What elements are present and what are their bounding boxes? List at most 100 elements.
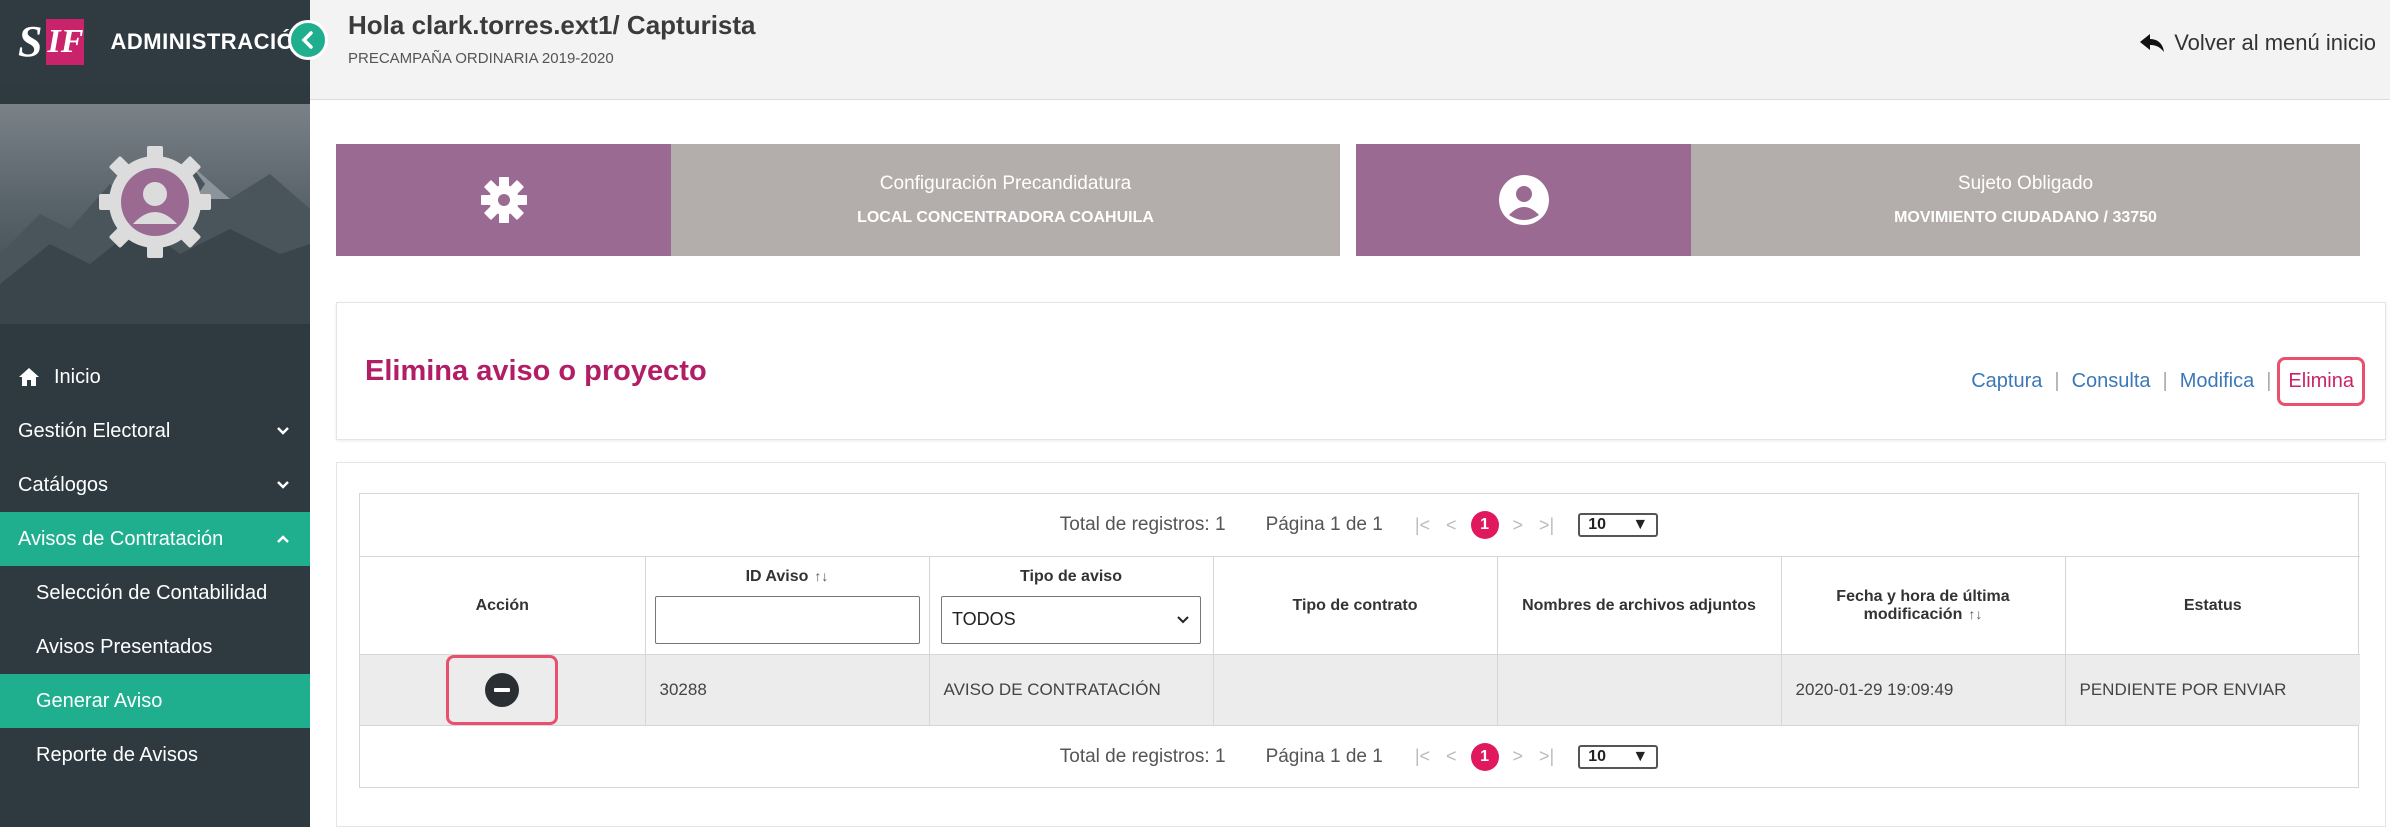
subject-card-value: MOVIMIENTO CIUDADANO / 33750 bbox=[1894, 209, 2157, 226]
page-size-value: 10 bbox=[1588, 516, 1607, 533]
user-gear-avatar-icon bbox=[99, 146, 211, 258]
config-card-title: Configuración Precandidatura bbox=[879, 173, 1132, 194]
total-records-label: Total de registros: 1 bbox=[1059, 514, 1226, 535]
operation-tabs: Captura | Consulta | Modifica | Elimina bbox=[1971, 357, 2365, 406]
sidebar-item-avisos-contratacion[interactable]: Avisos de Contratación bbox=[0, 512, 310, 566]
sort-icon[interactable]: ↑↓ bbox=[814, 568, 828, 584]
page-info-label: Página 1 de 1 bbox=[1265, 745, 1383, 767]
back-link-label: Volver al menú inicio bbox=[2174, 30, 2376, 55]
collapse-sidebar-button[interactable] bbox=[288, 20, 328, 60]
next-page-icon[interactable]: > bbox=[1513, 746, 1524, 767]
cell-id-aviso: 30288 bbox=[645, 654, 930, 725]
subject-card: Sujeto Obligado MOVIMIENTO CIUDADANO / 3… bbox=[1356, 144, 2360, 256]
chevron-up-icon bbox=[276, 531, 290, 547]
next-page-icon[interactable]: > bbox=[1513, 515, 1524, 536]
column-header-label: ID Aviso bbox=[745, 567, 809, 585]
logo-s: S bbox=[18, 17, 43, 66]
page-size-value: 10 bbox=[1588, 747, 1607, 765]
sidebar-item-label: Gestión Electoral bbox=[18, 419, 171, 442]
logo-if: IF bbox=[46, 19, 85, 65]
sidebar-banner bbox=[0, 104, 310, 324]
chevron-down-icon bbox=[1177, 615, 1189, 623]
page-size-select[interactable]: 10 ▼ bbox=[1578, 513, 1659, 537]
page-title: Elimina aviso o proyecto bbox=[365, 355, 707, 387]
tab-elimina[interactable]: Elimina bbox=[2277, 357, 2365, 406]
sidebar-item-catalogos[interactable]: Catálogos bbox=[0, 458, 310, 512]
results-panel: Total de registros: 1 Página 1 de 1 |< <… bbox=[336, 462, 2386, 827]
sidebar-item-inicio[interactable]: Inicio bbox=[0, 350, 310, 404]
home-icon bbox=[18, 367, 40, 387]
pager-top: Total de registros: 1 Página 1 de 1 |< <… bbox=[360, 494, 2358, 556]
column-header-archivos: Nombres de archivos adjuntos bbox=[1497, 556, 1782, 655]
sidebar-subitem-label: Selección de Contabilidad bbox=[36, 581, 268, 604]
config-card-text: Configuración Precandidatura LOCAL CONCE… bbox=[671, 144, 1340, 256]
caret-down-icon: ▼ bbox=[1632, 516, 1649, 533]
config-card: Configuración Precandidatura LOCAL CONCE… bbox=[336, 144, 1340, 256]
last-page-icon[interactable]: >| bbox=[1539, 515, 1554, 536]
tab-separator: | bbox=[2054, 370, 2060, 392]
user-circle-icon bbox=[1498, 175, 1549, 225]
current-page-indicator[interactable]: 1 bbox=[1470, 511, 1499, 539]
tab-consulta[interactable]: Consulta bbox=[2072, 370, 2151, 393]
sidebar-subitem-generar-aviso[interactable]: Generar Aviso bbox=[0, 674, 310, 728]
sidebar: S IF ADMINISTRACIÓN Inicio Gestión Elect… bbox=[0, 0, 328, 827]
sidebar-header: S IF ADMINISTRACIÓN bbox=[0, 0, 328, 84]
sidebar-item-gestion-electoral[interactable]: Gestión Electoral bbox=[0, 404, 310, 458]
first-page-icon[interactable]: |< bbox=[1415, 746, 1430, 767]
column-header-tipo-contrato: Tipo de contrato bbox=[1213, 556, 1498, 655]
cell-fecha: 2020-01-29 19:09:49 bbox=[1781, 654, 2066, 725]
tab-separator: | bbox=[2266, 370, 2272, 392]
column-header-label: Tipo de aviso bbox=[1020, 567, 1122, 585]
sidebar-subitem-reporte-avisos[interactable]: Reporte de Avisos bbox=[0, 728, 310, 782]
tipo-aviso-filter-select[interactable]: TODOS bbox=[941, 595, 1201, 644]
prev-page-icon[interactable]: < bbox=[1446, 515, 1457, 536]
user-greeting: Hola clark.torres.ext1/ Capturista bbox=[348, 10, 756, 40]
top-header: Hola clark.torres.ext1/ Capturista PRECA… bbox=[310, 0, 2390, 100]
tab-modifica[interactable]: Modifica bbox=[2180, 370, 2254, 393]
table-header-row: Acción ID Aviso ↑↓ Tipo de aviso TODOS T… bbox=[360, 556, 2360, 655]
sidebar-item-label: Avisos de Contratación bbox=[18, 527, 224, 550]
gear-icon bbox=[480, 177, 527, 223]
column-header-tipo-aviso: Tipo de aviso TODOS bbox=[929, 556, 1214, 655]
sidebar-subitem-seleccion-contabilidad[interactable]: Selección de Contabilidad bbox=[0, 566, 310, 620]
avisos-table: Acción ID Aviso ↑↓ Tipo de aviso TODOS T… bbox=[360, 556, 2360, 725]
subject-card-title: Sujeto Obligado bbox=[1957, 173, 2094, 194]
sidebar-item-label: Inicio bbox=[54, 365, 101, 388]
sidebar-nav: Inicio Gestión Electoral Catálogos Aviso… bbox=[0, 350, 310, 782]
config-card-value: LOCAL CONCENTRADORA COAHUILA bbox=[857, 209, 1154, 226]
delete-action-highlight bbox=[446, 655, 559, 725]
column-header-fecha: Fecha y hora de última modificación ↑↓ bbox=[1781, 556, 2066, 655]
sidebar-subitem-avisos-presentados[interactable]: Avisos Presentados bbox=[0, 620, 310, 674]
admin-title: ADMINISTRACIÓN bbox=[110, 29, 311, 54]
page-size-select[interactable]: 10 ▼ bbox=[1578, 744, 1659, 769]
total-records-label: Total de registros: 1 bbox=[1059, 745, 1226, 767]
first-page-icon[interactable]: |< bbox=[1415, 515, 1430, 536]
sidebar-item-label: Catálogos bbox=[18, 473, 109, 496]
sidebar-subitem-label: Generar Aviso bbox=[36, 689, 163, 712]
sort-icon[interactable]: ↑↓ bbox=[1968, 606, 1982, 622]
caret-down-icon: ▼ bbox=[1632, 747, 1649, 765]
id-aviso-filter-input[interactable] bbox=[654, 595, 920, 644]
tab-captura[interactable]: Captura bbox=[1971, 370, 2042, 393]
sif-logo[interactable]: S IF bbox=[18, 17, 85, 66]
pager-bottom: Total de registros: 1 Página 1 de 1 |< <… bbox=[360, 725, 2358, 787]
last-page-icon[interactable]: >| bbox=[1539, 746, 1554, 767]
results-grid: Total de registros: 1 Página 1 de 1 |< <… bbox=[359, 493, 2360, 788]
column-header-id-aviso: ID Aviso ↑↓ bbox=[645, 556, 930, 655]
chevron-down-icon bbox=[276, 423, 290, 439]
column-header-accion: Acción bbox=[360, 556, 646, 655]
current-page-indicator[interactable]: 1 bbox=[1470, 742, 1499, 771]
column-header-label: Fecha y hora de última modificación bbox=[1836, 587, 2010, 623]
back-to-menu-link[interactable]: Volver al menú inicio bbox=[2138, 30, 2376, 56]
select-value: TODOS bbox=[952, 609, 1016, 629]
action-cell bbox=[360, 654, 646, 725]
subject-card-icon-area bbox=[1356, 144, 1691, 256]
delete-minus-icon[interactable] bbox=[485, 673, 520, 707]
cell-tipo-aviso: AVISO DE CONTRATACIÓN bbox=[929, 654, 1214, 725]
page-info-label: Página 1 de 1 bbox=[1265, 514, 1383, 535]
page-title-panel: Elimina aviso o proyecto Captura | Consu… bbox=[336, 302, 2386, 440]
prev-page-icon[interactable]: < bbox=[1446, 746, 1457, 767]
table-row: 30288 AVISO DE CONTRATACIÓN 2020-01-29 1… bbox=[360, 654, 2360, 725]
tab-separator: | bbox=[2162, 370, 2168, 392]
sidebar-subitem-label: Reporte de Avisos bbox=[36, 743, 198, 766]
